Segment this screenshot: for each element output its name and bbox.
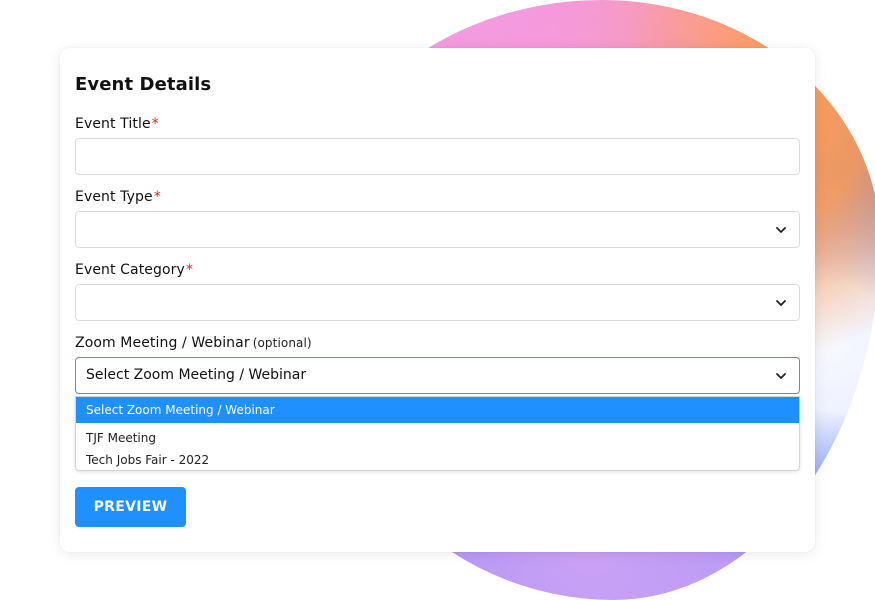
event-category-label-text: Event Category <box>75 262 185 278</box>
zoom-meeting-select[interactable]: Select Zoom Meeting / Webinar <box>75 357 800 394</box>
dropdown-option-tech-jobs-fair[interactable]: Tech Jobs Fair - 2022 <box>76 451 799 469</box>
zoom-meeting-label: Zoom Meeting / Webinar (optional) <box>75 335 312 351</box>
chevron-down-icon <box>776 227 786 233</box>
event-details-card: Event Details Event Title* Event Type* E… <box>60 48 815 552</box>
chevron-down-icon <box>776 300 786 306</box>
chevron-down-icon <box>776 373 786 379</box>
required-mark: * <box>185 262 194 278</box>
dropdown-option-select-zoom[interactable]: Select Zoom Meeting / Webinar <box>76 397 799 423</box>
dropdown-option-tjf-meeting[interactable]: TJF Meeting <box>76 429 799 447</box>
page-title: Event Details <box>75 74 212 95</box>
event-category-select[interactable] <box>75 284 800 321</box>
required-mark: * <box>151 116 159 132</box>
event-title-label: Event Title* <box>75 116 159 132</box>
zoom-meeting-label-text: Zoom Meeting / Webinar <box>75 335 250 351</box>
event-type-label: Event Type* <box>75 189 161 205</box>
zoom-meeting-select-value: Select Zoom Meeting / Webinar <box>86 367 307 383</box>
event-category-label: Event Category* <box>75 262 193 278</box>
required-mark: * <box>153 189 161 205</box>
event-type-label-text: Event Type <box>75 189 153 205</box>
event-type-select[interactable] <box>75 211 800 248</box>
event-title-label-text: Event Title <box>75 116 151 132</box>
optional-note: (optional) <box>252 336 312 350</box>
event-title-input[interactable] <box>75 138 800 175</box>
preview-button[interactable]: PREVIEW <box>75 487 186 527</box>
zoom-meeting-dropdown-menu: Select Zoom Meeting / Webinar TJF Meetin… <box>75 396 800 471</box>
page-stage: Event Details Event Title* Event Type* E… <box>0 0 875 600</box>
